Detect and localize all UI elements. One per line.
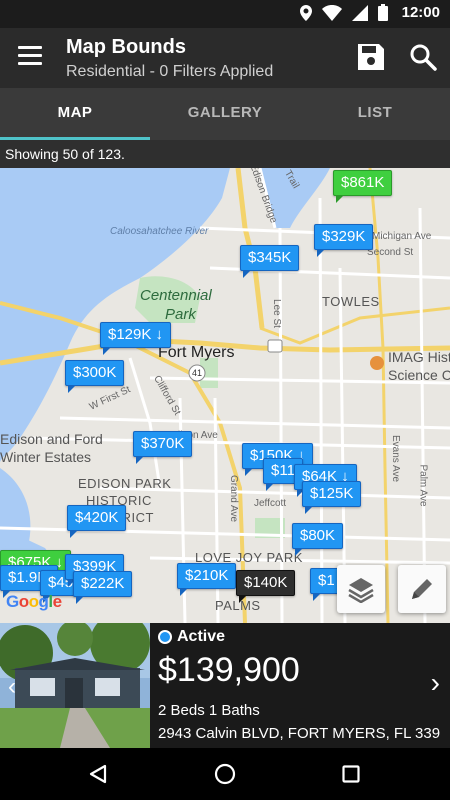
tab-bar: MAP GALLERY LIST [0, 88, 450, 140]
listing-status: Active [158, 628, 225, 646]
status-dot-icon [158, 630, 172, 644]
battery-icon [377, 4, 388, 21]
map-label: TOWLES [322, 294, 380, 309]
price-pin[interactable]: $129K ↓ [100, 322, 172, 355]
map-view[interactable]: Edison Bridge Trail Caloosahatchee River… [0, 168, 450, 623]
results-count: Showing 50 of 123. [0, 140, 450, 168]
back-triangle-icon[interactable] [88, 764, 108, 784]
price-pin[interactable]: $80K [292, 523, 344, 556]
wifi-icon [321, 4, 342, 21]
tab-map[interactable]: MAP [0, 88, 150, 140]
system-nav-bar [0, 748, 450, 800]
tab-list[interactable]: LIST [300, 88, 450, 140]
listing-address: 2943 Calvin BLVD, FORT MYERS, FL 339... [158, 725, 440, 742]
search-icon[interactable] [408, 42, 438, 72]
map-label: Second St [367, 247, 414, 258]
tab-gallery[interactable]: GALLERY [150, 88, 300, 140]
listing-price: $139,900 [158, 651, 300, 689]
page-title: Map Bounds [66, 36, 186, 58]
location-icon [299, 4, 312, 21]
map-label: Winter Estates [0, 449, 92, 465]
price-pin[interactable]: $329K [314, 224, 374, 257]
map-label: Jeffcott [254, 498, 287, 509]
price-pin[interactable]: $210K [177, 563, 237, 596]
price-pin[interactable]: $420K [67, 505, 127, 538]
price-pin[interactable]: $861K [333, 170, 393, 203]
status-time: 12:00 [401, 4, 440, 21]
map-label: Centennial [140, 287, 212, 304]
map-label: Palm Ave [417, 464, 429, 507]
map-label: PALMS [215, 598, 261, 613]
layers-button[interactable] [337, 565, 385, 613]
price-pin[interactable]: $222K [73, 571, 133, 604]
draw-button[interactable] [398, 565, 446, 613]
listing-photo[interactable] [0, 623, 150, 748]
recents-square-icon[interactable] [342, 765, 360, 783]
map-label: Michigan Ave [372, 231, 432, 242]
route-shield: 41 [192, 368, 203, 378]
map-label: Evans Ave [390, 434, 402, 483]
layers-icon [348, 578, 374, 603]
map-label: Edison and Ford [0, 431, 103, 447]
map-label: Science Center [388, 367, 450, 383]
price-pin[interactable]: $125K [302, 481, 362, 514]
save-icon[interactable] [356, 42, 386, 72]
map-label: Caloosahatchee River [110, 226, 209, 237]
hamburger-menu-icon[interactable] [18, 46, 42, 66]
map-label: Park [165, 306, 196, 323]
listing-beds-baths: 2 Beds 1 Baths [158, 702, 260, 719]
price-pin[interactable]: $140K [236, 570, 296, 603]
signal-icon [351, 4, 368, 21]
map-label: Lee St [270, 299, 282, 328]
page-subtitle: Residential - 0 Filters Applied [66, 63, 274, 80]
app-bar: Map Bounds Residential - 0 Filters Appli… [0, 28, 450, 88]
status-bar: 12:00 [0, 0, 450, 28]
previous-listing-icon[interactable]: ‹ [8, 673, 16, 701]
home-circle-icon[interactable] [214, 763, 236, 785]
map-label: EDISON PARK [78, 476, 172, 491]
map-label: Grand Ave [228, 474, 240, 523]
pencil-icon [412, 579, 432, 599]
next-listing-icon[interactable]: › [431, 667, 440, 699]
price-pin[interactable]: $370K [133, 431, 193, 464]
price-pin[interactable]: $345K [240, 245, 300, 278]
map-label: IMAG History & [388, 349, 450, 365]
price-pin[interactable]: $300K [65, 360, 125, 393]
google-logo: Google [6, 592, 62, 611]
status-label: Active [177, 628, 226, 645]
listing-card[interactable]: ‹ Active $139,900 2 Beds 1 Baths 2943 Ca… [0, 623, 450, 748]
